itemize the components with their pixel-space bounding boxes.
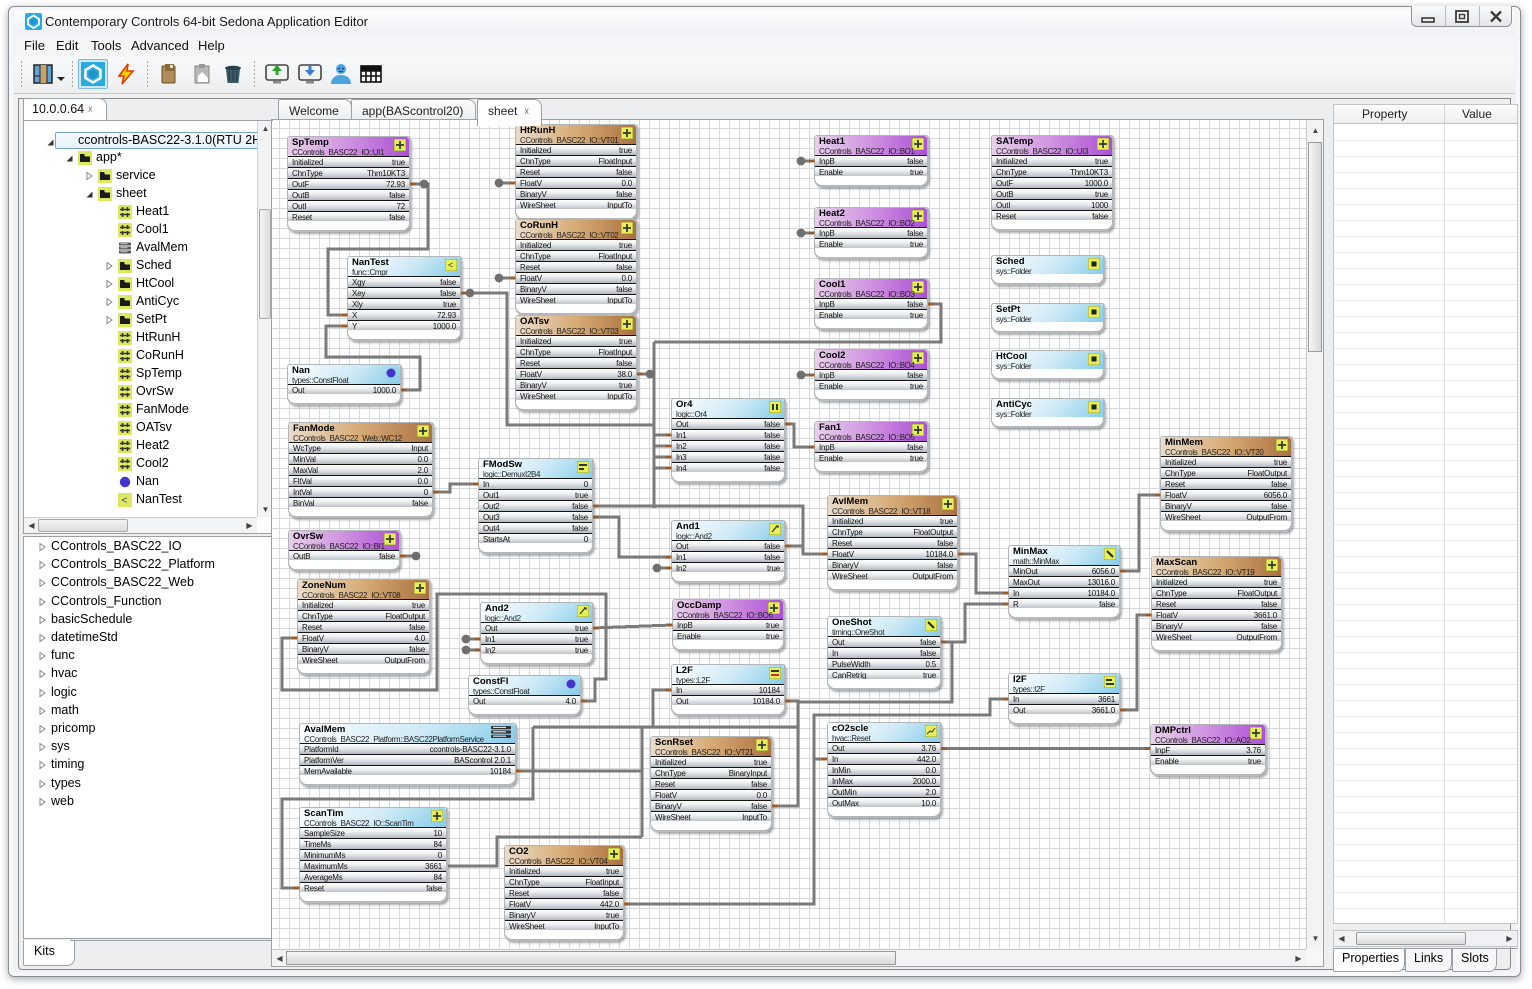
svg-text:<: < (448, 260, 453, 270)
svg-text:<: < (122, 496, 128, 507)
